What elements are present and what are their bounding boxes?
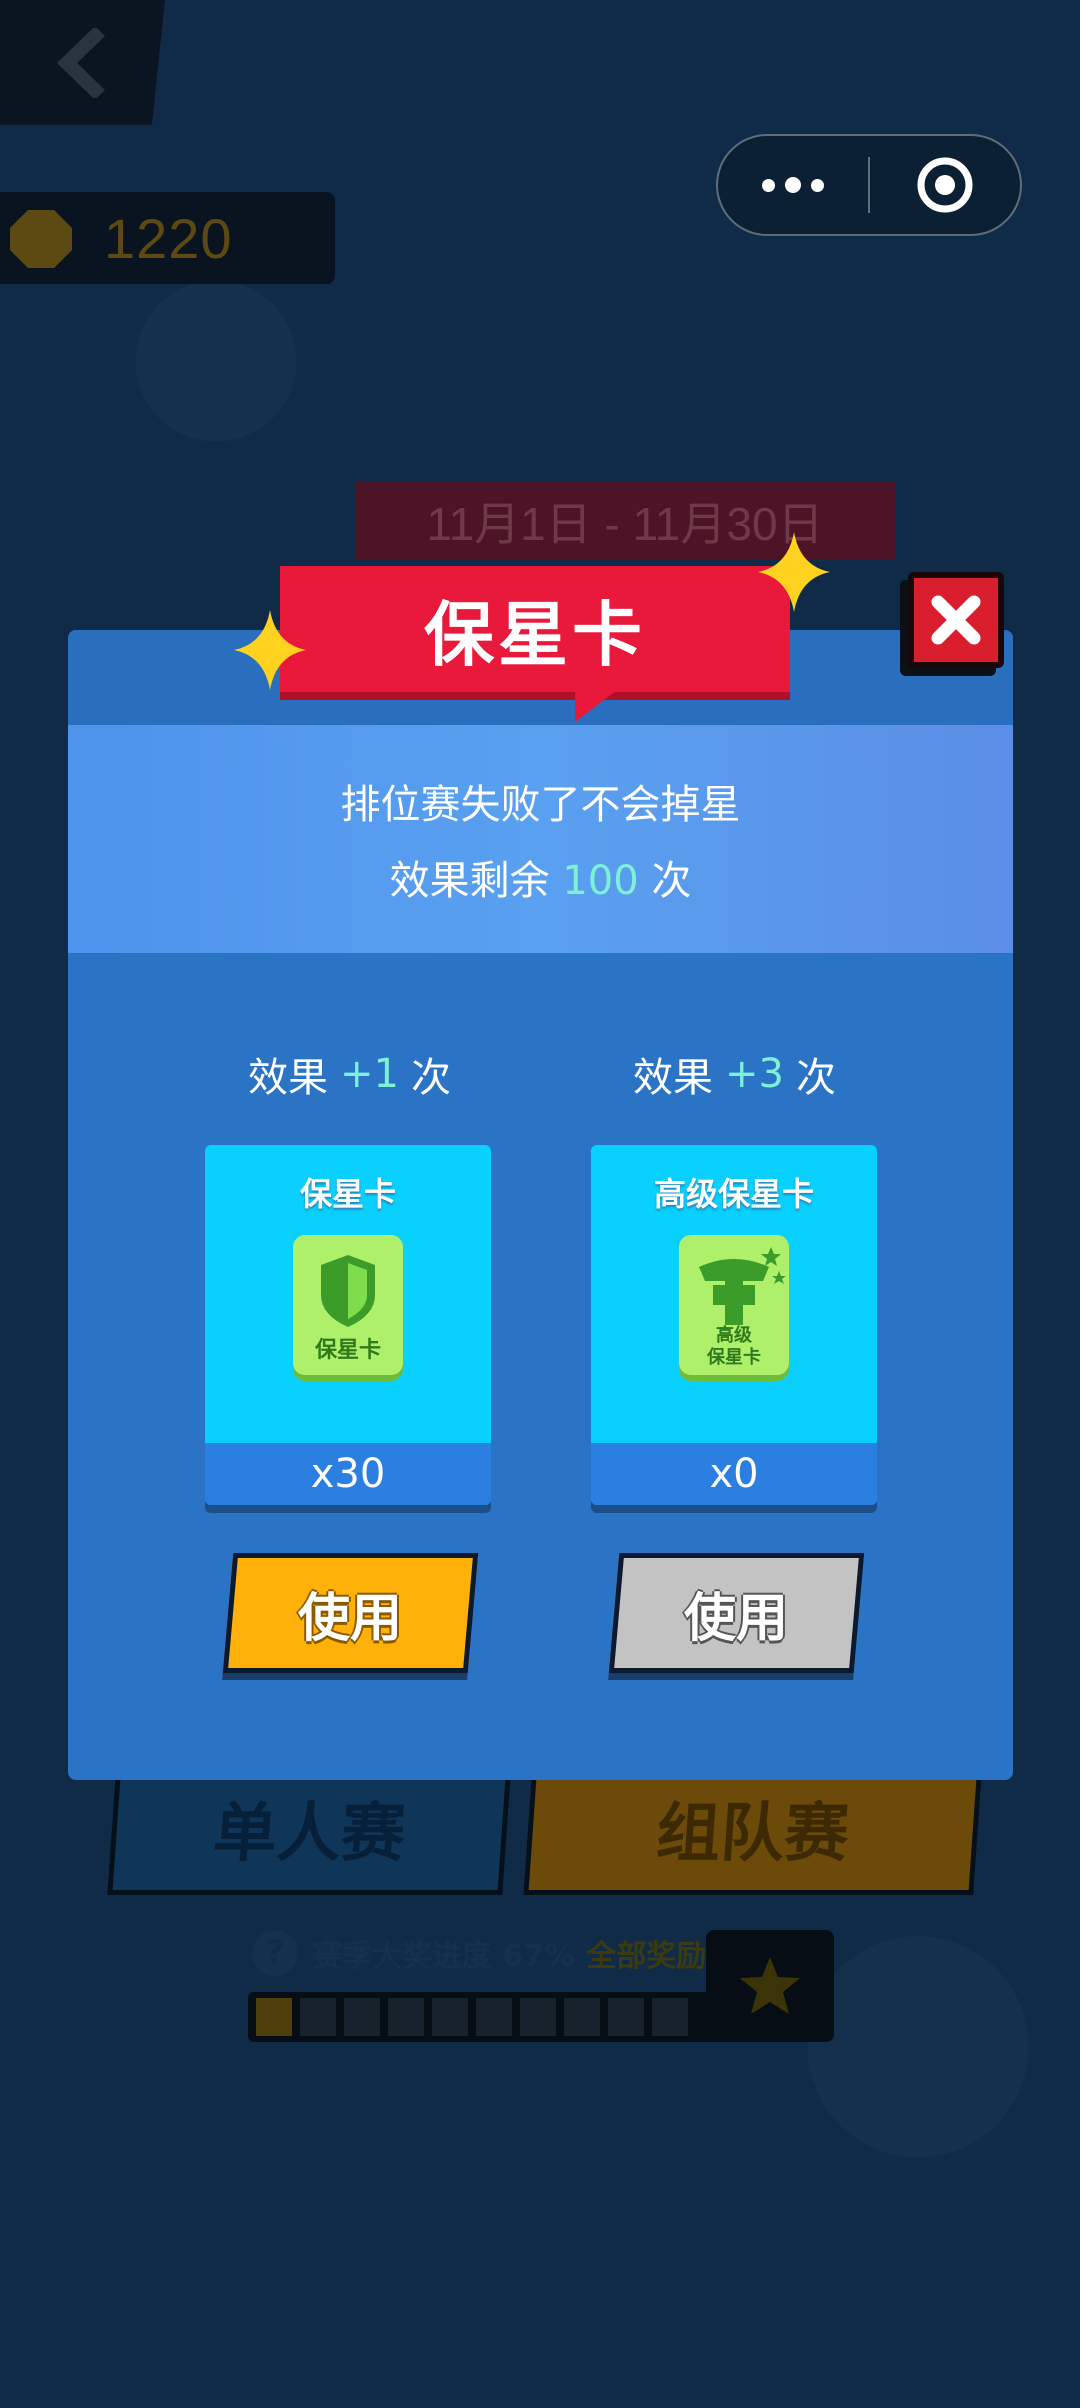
modal-close-button[interactable] bbox=[908, 572, 1004, 668]
modal-info-panel: 排位赛失败了不会掉星 效果剩余 100 次 bbox=[68, 725, 1013, 953]
svg-text:保星卡: 保星卡 bbox=[314, 1338, 381, 1363]
modal-title-ribbon: 保星卡 bbox=[280, 566, 790, 722]
use-button-label: 使用 bbox=[684, 1588, 789, 1649]
card-quantity: x30 bbox=[205, 1443, 491, 1505]
chevron-left-icon bbox=[56, 27, 105, 98]
sparkle-icon bbox=[758, 532, 830, 612]
star-card-item: 保星卡 保星卡 x30 bbox=[205, 1145, 491, 1505]
more-dots-icon bbox=[762, 178, 775, 192]
info-description: 排位赛失败了不会掉星 bbox=[340, 782, 741, 828]
star-icon bbox=[740, 1957, 800, 2014]
help-icon[interactable]: ? bbox=[250, 1928, 300, 1978]
coin-count: 1220 bbox=[104, 207, 233, 270]
remaining-uses: 效果剩余 100 次 bbox=[389, 858, 692, 904]
card-quantity: x0 bbox=[591, 1443, 877, 1505]
modal-title: 保星卡 bbox=[424, 593, 646, 676]
season-progress-bar bbox=[248, 1992, 718, 2042]
coin-balance: 1220 bbox=[0, 192, 335, 284]
shield-card-icon: 保星卡 bbox=[293, 1235, 403, 1381]
svg-text:高级: 高级 bbox=[716, 1324, 753, 1346]
solo-match-button[interactable]: 单人赛 bbox=[107, 1760, 512, 1895]
option-effect-label: 效果 +3 次 bbox=[633, 1051, 836, 1101]
close-icon bbox=[931, 595, 981, 645]
use-star-card-button[interactable]: 使用 bbox=[222, 1553, 479, 1673]
target-close-icon bbox=[917, 157, 973, 213]
team-match-button[interactable]: 组队赛 bbox=[523, 1760, 983, 1895]
coin-icon bbox=[10, 210, 72, 268]
season-progress-row: ? 赛季大奖进度 67% 全部奖励 bbox=[250, 1925, 706, 1981]
use-button-label: 使用 bbox=[298, 1588, 403, 1649]
advanced-star-card-item: 高级保星卡 高级 保星卡 x0 bbox=[591, 1145, 877, 1505]
svg-text:保星卡: 保星卡 bbox=[706, 1346, 761, 1368]
back-button[interactable] bbox=[0, 0, 165, 125]
use-advanced-star-card-button[interactable]: 使用 bbox=[608, 1553, 865, 1673]
all-rewards-link[interactable]: 全部奖励 bbox=[586, 1931, 706, 1975]
svg-text:?: ? bbox=[266, 1933, 285, 1971]
card-name: 保星卡 bbox=[299, 1175, 396, 1213]
card-name: 高级保星卡 bbox=[653, 1175, 814, 1213]
mini-program-capsule bbox=[716, 134, 1022, 236]
season-progress-label: 赛季大奖进度 67% bbox=[312, 1939, 575, 1974]
more-button[interactable] bbox=[718, 136, 868, 234]
sparkle-icon bbox=[234, 610, 306, 690]
exit-button[interactable] bbox=[870, 136, 1020, 234]
advanced-shield-card-icon: 高级 保星卡 bbox=[679, 1235, 789, 1381]
option-effect-label: 效果 +1 次 bbox=[248, 1051, 451, 1101]
season-reward-button[interactable] bbox=[706, 1930, 834, 2042]
remaining-count: 100 bbox=[562, 858, 639, 904]
